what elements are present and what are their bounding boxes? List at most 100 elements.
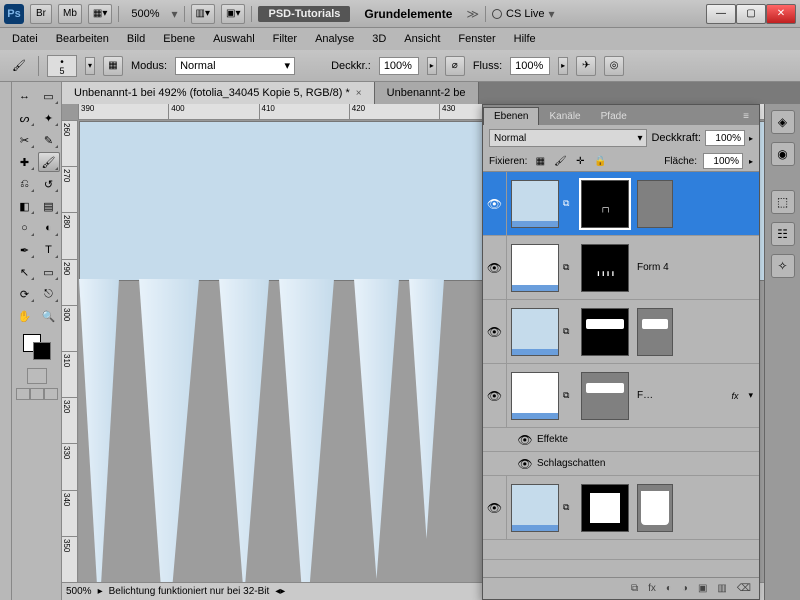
visibility-icon[interactable]: 👁 [483,172,507,235]
menu-analyse[interactable]: Analyse [315,33,354,45]
close-tab-icon[interactable]: × [356,88,362,99]
mask-thumb[interactable] [581,372,629,420]
wand-tool[interactable]: ✦ [38,108,60,128]
layer-row[interactable] [483,540,759,560]
menu-ebene[interactable]: Ebene [163,33,195,45]
eyedropper-tool[interactable]: ✎ [38,130,60,150]
lasso-tool[interactable]: ᔕ [14,108,36,128]
color-swatches[interactable] [23,334,51,360]
lock-transparency-icon[interactable]: ▦ [533,154,547,168]
blend-mode-select[interactable]: Normal▾ [175,57,295,75]
pen-tool[interactable]: ✒ [14,240,36,260]
extras-button[interactable]: ▥▾ [191,4,215,24]
vector-thumb[interactable] [637,180,673,228]
fx-schlagschatten[interactable]: 👁 Schlagschatten [483,452,759,476]
move-tool[interactable]: ↔ [14,86,36,106]
marquee-tool[interactable]: ▭ [38,86,60,106]
visibility-icon[interactable]: 👁 [483,476,507,539]
visibility-icon[interactable]: 👁 [513,452,537,475]
align-icon[interactable]: ☷ [771,222,795,246]
zoom-level[interactable]: 500% [125,8,165,20]
fx-icon[interactable]: fx [648,583,656,594]
eraser-tool[interactable]: ◧ [14,196,36,216]
history-brush-tool[interactable]: ↺ [38,174,60,194]
tab-unbenannt-1[interactable]: Unbenannt-1 bei 492% (fotolia_34045 Kopi… [62,82,375,104]
zoom-tool[interactable]: 🔍 [38,306,60,326]
link-icon[interactable]: ⧉ [563,262,577,273]
pressure-opacity-icon[interactable]: ⌀ [445,56,465,76]
layers-icon[interactable]: ◈ [771,110,795,134]
group-icon[interactable]: ▣ [698,583,707,594]
adjustment-icon[interactable]: ◑ [682,583,688,594]
hand-tool[interactable]: ✋ [14,306,36,326]
tool-preset-brush-icon[interactable]: 🖌 [8,55,30,77]
layer-thumb[interactable] [511,372,559,420]
type-tool[interactable]: T [38,240,60,260]
tab-ebenen[interactable]: Ebenen [483,107,539,125]
menu-filter[interactable]: Filter [273,33,297,45]
dodge-tool[interactable]: ◐ [38,218,60,238]
menu-datei[interactable]: Datei [12,33,38,45]
background-swatch[interactable] [33,342,51,360]
path-select-tool[interactable]: ↖ [14,262,36,282]
layer-thumb[interactable] [511,180,559,228]
opacity-input[interactable]: 100% [379,57,419,75]
cslive-button[interactable]: CS Live▾ [492,7,555,21]
ruler-vertical[interactable]: 260270280290300310320330340350 [62,120,78,582]
layers-list[interactable]: 👁 ⧉ ┌┐ 👁 ⧉ ╻╻╻╻ Form 4 👁 ⧉ 👁 ⧉ [483,172,759,577]
workspace-chevron-icon[interactable]: ≫ [466,7,479,21]
lock-pixels-icon[interactable]: 🖌 [553,154,567,168]
new-layer-icon[interactable]: ▥ [717,583,726,594]
status-zoom[interactable]: 500% [66,586,92,597]
flow-input[interactable]: 100% [510,57,550,75]
link-icon[interactable]: ⧉ [563,198,577,209]
brush-tool[interactable]: 🖌 [38,152,60,172]
menu-hilfe[interactable]: Hilfe [514,33,536,45]
mask-thumb[interactable] [581,484,629,532]
layer-row[interactable]: 👁 ⧉ ╻╻╻╻ Form 4 [483,236,759,300]
lock-all-icon[interactable]: 🔒 [593,154,607,168]
link-icon[interactable]: ⧉ [563,326,577,337]
quickmask-toggle[interactable] [27,368,47,384]
layer-row[interactable]: 👁 ⧉ [483,300,759,364]
tab-kanaele[interactable]: Kanäle [539,108,590,125]
layer-thumb[interactable] [511,244,559,292]
camera3d-tool[interactable]: ⎋ [38,284,60,304]
menu-bearbeiten[interactable]: Bearbeiten [56,33,109,45]
shape-tool[interactable]: ▭ [38,262,60,282]
maximize-button[interactable]: ▢ [736,4,766,24]
link-layers-icon[interactable]: ⧉ [631,583,638,594]
link-icon[interactable]: ⧉ [563,502,577,513]
layer-name[interactable]: F… [633,390,731,401]
lock-position-icon[interactable]: ✛ [573,154,587,168]
arrange-button[interactable]: ▦▾ [88,4,112,24]
menu-ansicht[interactable]: Ansicht [404,33,440,45]
stamp-tool[interactable]: ⎌ [14,174,36,194]
layer-row[interactable]: 👁 ⧉ F… fx▾ [483,364,759,428]
delete-layer-icon[interactable]: ⌫ [737,583,751,594]
workspace-psdtutorials[interactable]: PSD-Tutorials [258,6,350,22]
fill-input[interactable]: 100% [703,153,743,169]
blur-tool[interactable]: ○ [14,218,36,238]
fx-effekte[interactable]: 👁 Effekte [483,428,759,452]
mask-thumb[interactable]: ╻╻╻╻ [581,244,629,292]
minimize-button[interactable]: — [706,4,736,24]
rotate3d-tool[interactable]: ⟳ [14,284,36,304]
mask-thumb[interactable]: ┌┐ [581,180,629,228]
screen-mode-switcher[interactable] [16,388,58,400]
mask-icon[interactable]: ◐ [666,583,672,594]
menu-3d[interactable]: 3D [372,33,386,45]
airbrush-icon[interactable]: ✈ [576,56,596,76]
visibility-icon[interactable]: 👁 [513,428,537,451]
heal-tool[interactable]: ✚ [14,152,36,172]
layer-row[interactable]: 👁 ⧉ [483,476,759,540]
chevron-down-icon[interactable]: ▾ [172,7,178,21]
opacity-input[interactable]: 100% [705,130,745,146]
minibridge-button[interactable]: Mb [58,4,82,24]
screen-mode-button[interactable]: ▣▾ [221,4,245,24]
transform-icon[interactable]: ⬚ [771,190,795,214]
brush-preview[interactable]: 5 [47,55,77,77]
gradient-tool[interactable]: ▤ [38,196,60,216]
close-button[interactable]: ✕ [766,4,796,24]
visibility-icon[interactable]: 👁 [483,300,507,363]
